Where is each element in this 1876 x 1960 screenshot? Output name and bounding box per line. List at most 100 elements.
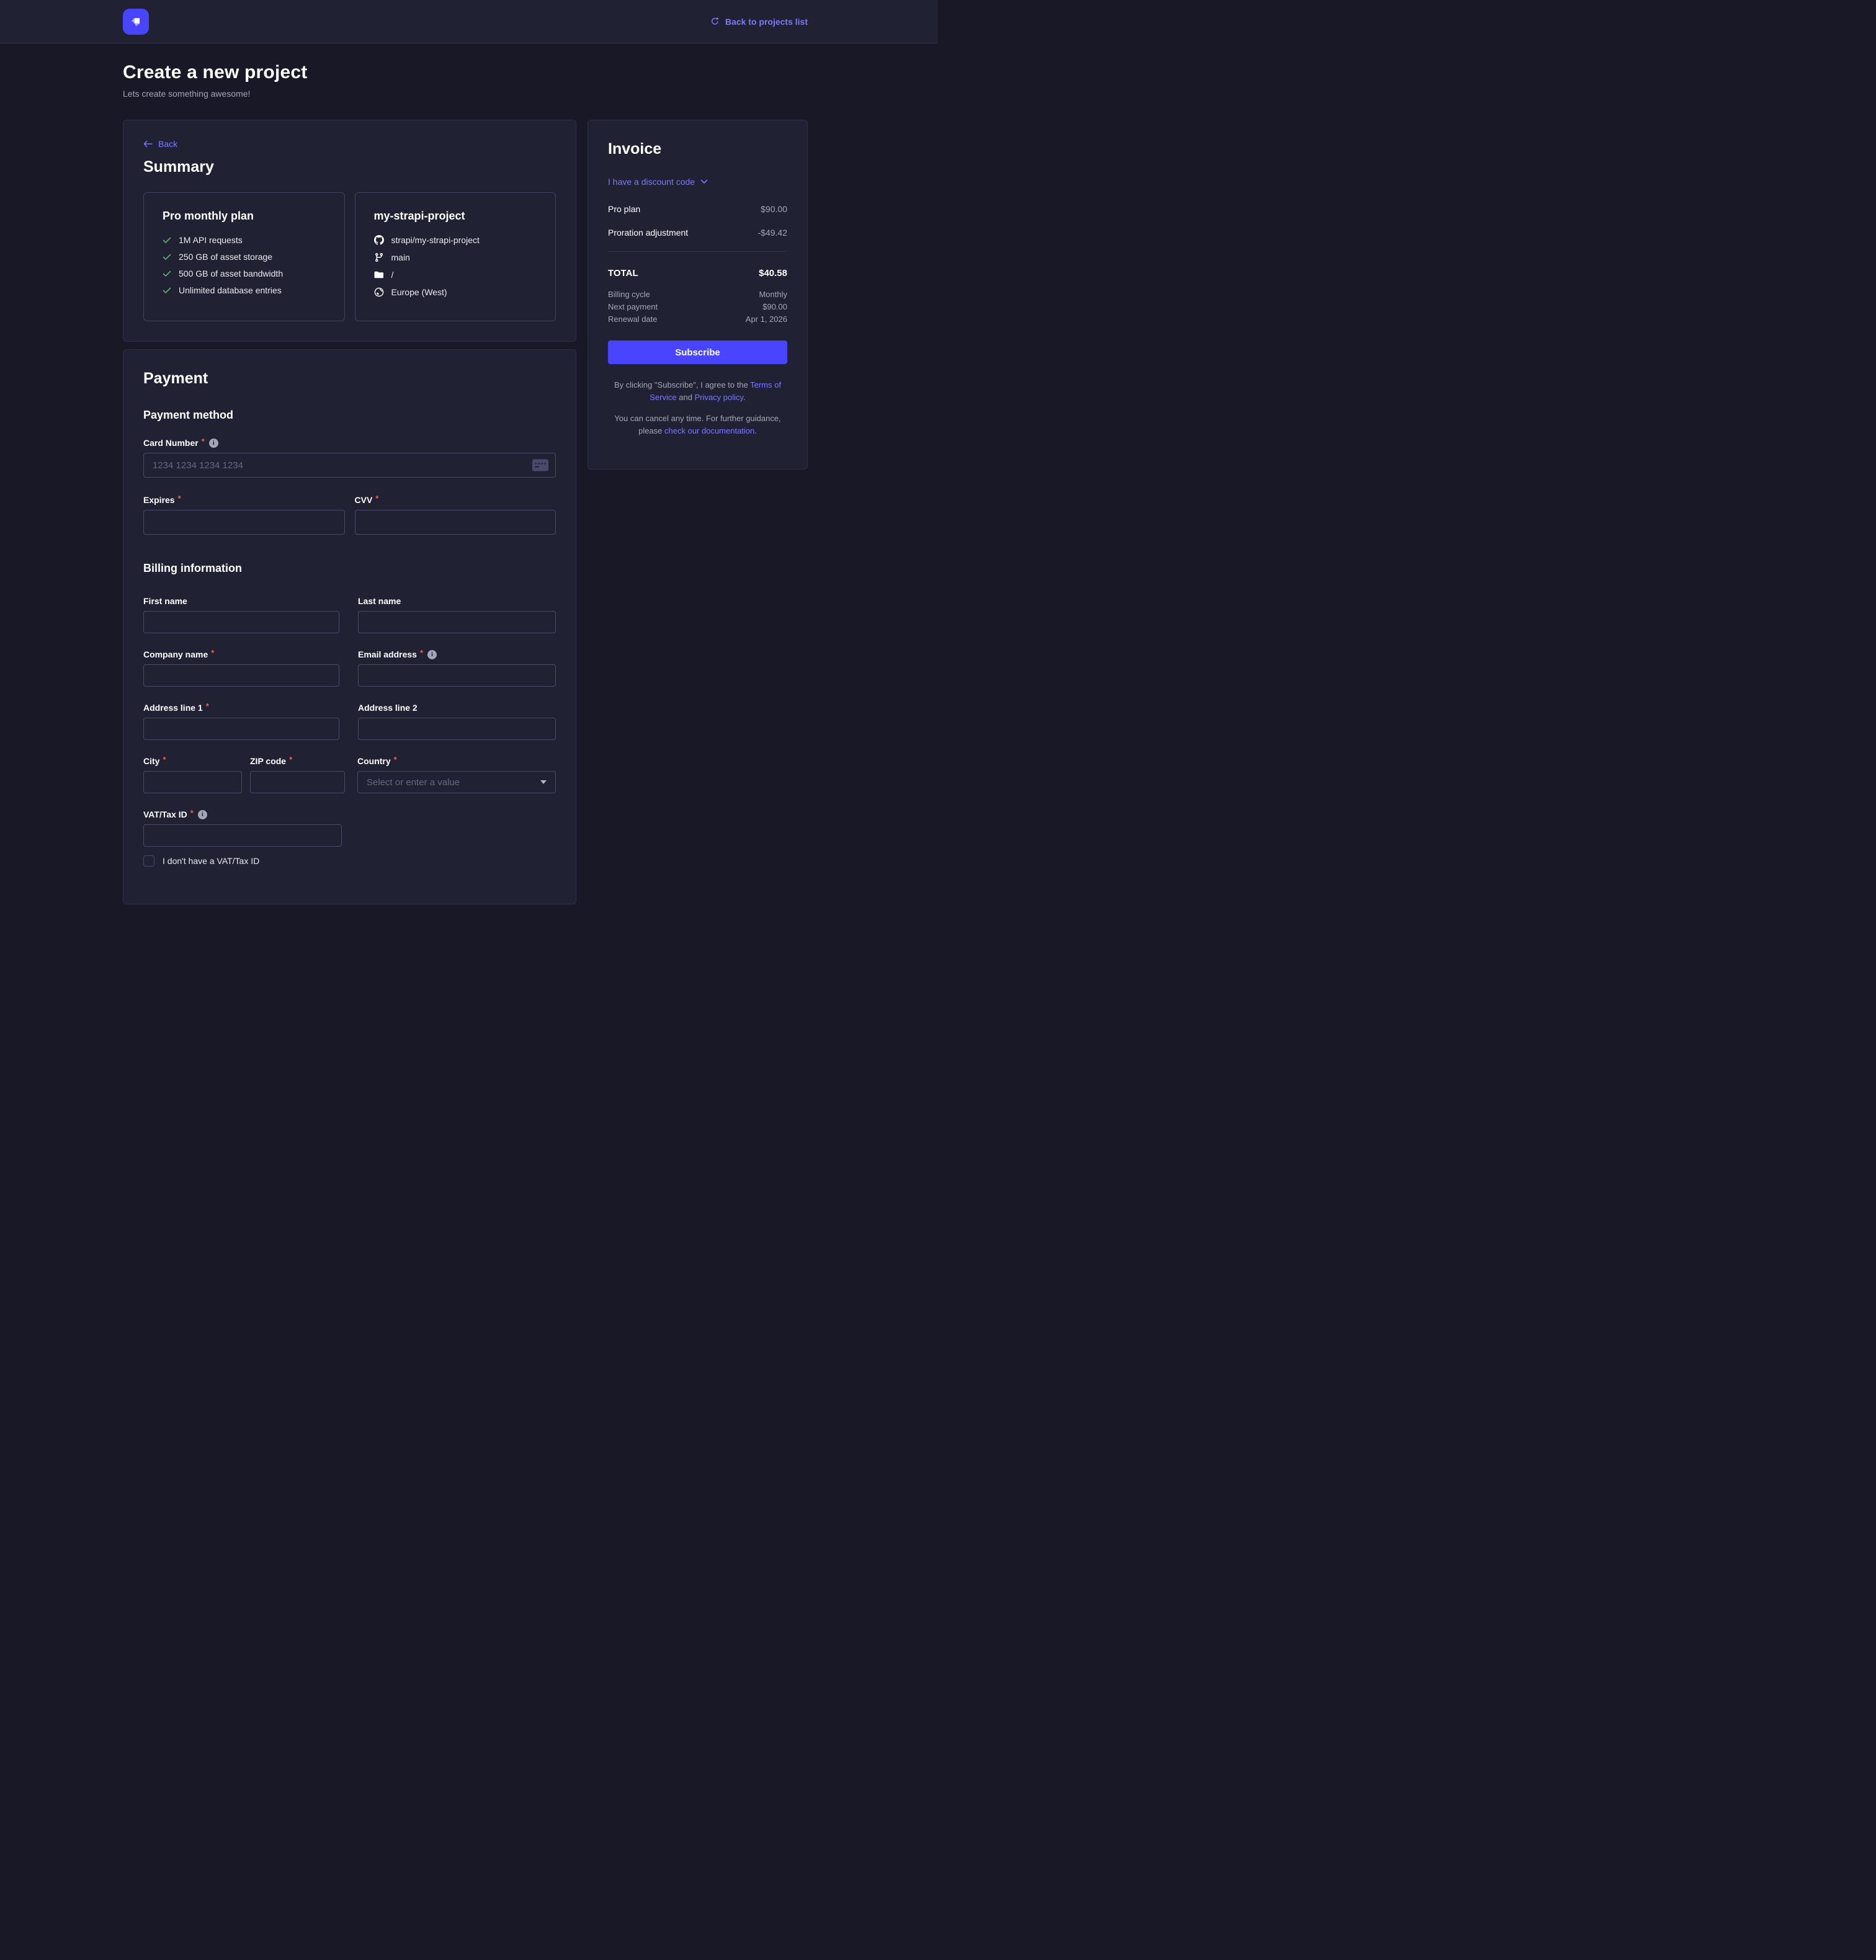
invoice-total-row: TOTAL $40.58 (608, 268, 787, 278)
zip-code-input[interactable] (250, 771, 345, 793)
card-number-label: Card Number* i (143, 438, 556, 448)
address-line1-label: Address line 1* (143, 703, 339, 713)
no-vat-checkbox[interactable] (143, 855, 154, 866)
required-asterisk: * (163, 755, 166, 764)
required-asterisk: * (206, 702, 209, 711)
vat-tax-id-input[interactable] (143, 824, 342, 847)
plan-feature: 500 GB of asset bandwidth (163, 269, 326, 278)
project-subcard: my-strapi-project strapi/my-strapi-proje… (355, 192, 556, 321)
main-column: Back Summary Pro monthly plan 1M API req… (123, 120, 576, 904)
caret-down-icon (540, 780, 547, 784)
last-name-label: Last name (358, 596, 556, 606)
billing-cycle-row: Billing cycle Monthly (608, 288, 787, 301)
last-name-input[interactable] (358, 611, 556, 633)
check-icon (163, 237, 171, 244)
no-vat-checkbox-label: I don't have a VAT/Tax ID (163, 856, 259, 866)
email-address-label: Email address* i (358, 649, 556, 659)
address-line1-input[interactable] (143, 718, 339, 740)
summary-card: Back Summary Pro monthly plan 1M API req… (123, 120, 576, 342)
city-input[interactable] (143, 771, 242, 793)
check-icon (163, 287, 171, 294)
subscribe-button[interactable]: Subscribe (608, 341, 787, 364)
invoice-title: Invoice (608, 140, 787, 158)
plan-feature-label: 500 GB of asset bandwidth (179, 269, 283, 278)
expires-label: Expires* (143, 495, 345, 505)
strapi-logo-icon (128, 14, 144, 30)
required-asterisk: * (190, 808, 194, 817)
invoice-column: Invoice I have a discount code Pro plan … (587, 120, 808, 470)
git-branch-icon (374, 252, 384, 262)
next-payment-row: Next payment $90.00 (608, 301, 787, 313)
info-icon[interactable]: i (209, 439, 218, 448)
meta-label: Renewal date (608, 313, 658, 326)
documentation-link[interactable]: check our documentation (664, 426, 754, 435)
country-label: Country* (357, 756, 556, 766)
project-directory-label: / (391, 270, 394, 280)
back-to-projects-label: Back to projects list (725, 17, 808, 27)
total-value: $40.58 (759, 268, 787, 278)
meta-label: Billing cycle (608, 288, 650, 301)
required-asterisk: * (394, 755, 397, 764)
project-directory-row: / (374, 270, 537, 280)
page-content: Create a new project Lets create somethi… (123, 43, 808, 904)
page-title: Create a new project (123, 62, 808, 83)
cvv-label: CVV* (355, 495, 556, 505)
privacy-policy-link[interactable]: Privacy policy (695, 393, 744, 402)
address-line2-input[interactable] (358, 718, 556, 740)
total-label: TOTAL (608, 268, 638, 278)
expires-input[interactable] (143, 510, 345, 535)
discount-code-label: I have a discount code (608, 177, 695, 187)
line-item-value: $90.00 (761, 204, 787, 214)
company-name-input[interactable] (143, 664, 339, 687)
project-region-label: Europe (West) (391, 287, 447, 297)
back-link[interactable]: Back (143, 139, 177, 149)
check-icon (163, 254, 171, 261)
zip-code-label: ZIP code* (250, 756, 345, 766)
plan-feature: 250 GB of asset storage (163, 252, 326, 262)
credit-card-icon (532, 460, 548, 471)
line-item-label: Pro plan (608, 204, 640, 214)
line-item-value: -$49.42 (758, 228, 787, 238)
strapi-cloud-logo[interactable] (123, 9, 149, 35)
back-to-projects-link[interactable]: Back to projects list (710, 17, 808, 27)
vat-tax-id-label: VAT/Tax ID* i (143, 809, 556, 819)
meta-value: Apr 1, 2026 (746, 313, 787, 326)
plan-subcard: Pro monthly plan 1M API requests 250 GB … (143, 192, 345, 321)
page-subtitle: Lets create something awesome! (123, 89, 808, 99)
project-repo-label: strapi/my-strapi-project (391, 235, 480, 245)
payment-method-title: Payment method (143, 409, 556, 422)
project-title: my-strapi-project (374, 210, 537, 223)
discount-code-toggle[interactable]: I have a discount code (608, 177, 708, 187)
card-number-input[interactable] (143, 453, 556, 478)
plan-feature-label: Unlimited database entries (179, 285, 282, 295)
city-label: City* (143, 756, 242, 766)
plan-feature-label: 1M API requests (179, 235, 243, 245)
project-region-row: Europe (West) (374, 287, 537, 297)
meta-value: $90.00 (762, 301, 787, 313)
invoice-divider (608, 251, 787, 252)
globe-icon (374, 287, 384, 297)
folder-icon (374, 270, 384, 280)
plan-feature: Unlimited database entries (163, 285, 326, 295)
meta-value: Monthly (759, 288, 787, 301)
country-select-placeholder: Select or enter a value (367, 777, 460, 788)
line-item-label: Proration adjustment (608, 228, 688, 238)
required-asterisk: * (202, 437, 205, 446)
invoice-line-item: Proration adjustment -$49.42 (608, 228, 787, 238)
invoice-line-item: Pro plan $90.00 (608, 204, 787, 214)
meta-label: Next payment (608, 301, 658, 313)
renewal-date-row: Renewal date Apr 1, 2026 (608, 313, 787, 326)
email-address-input[interactable] (358, 664, 556, 687)
top-navbar: Back to projects list (0, 0, 938, 43)
plan-title: Pro monthly plan (163, 210, 326, 223)
first-name-input[interactable] (143, 611, 339, 633)
required-asterisk: * (178, 494, 181, 503)
country-select[interactable]: Select or enter a value (357, 771, 556, 793)
company-name-label: Company name* (143, 649, 339, 659)
info-icon[interactable]: i (427, 650, 437, 659)
project-branch-label: main (391, 252, 410, 262)
invoice-card: Invoice I have a discount code Pro plan … (587, 120, 808, 470)
cvv-input[interactable] (355, 510, 556, 535)
info-icon[interactable]: i (198, 810, 207, 819)
required-asterisk: * (375, 494, 378, 503)
